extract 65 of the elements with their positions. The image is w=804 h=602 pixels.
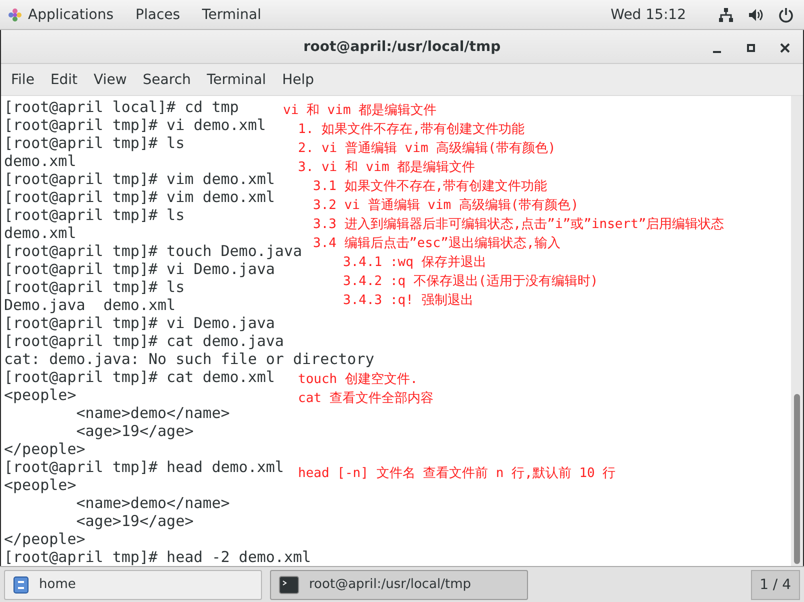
terminal-line: [root@april tmp]# cat demo.xml — [3, 368, 275, 386]
network-icon[interactable] — [718, 6, 734, 22]
terminal-line: [root@april tmp]# head demo.xml — [3, 458, 284, 476]
annotation-text: cat 查看文件全部内容 — [298, 390, 434, 408]
top-bar-menu[interactable]: Applications — [0, 6, 125, 22]
terminal-line: [root@april tmp]# vi Demo.java — [3, 314, 275, 332]
file-cabinet-icon — [13, 576, 29, 594]
terminal-line: [root@april tmp]# head -2 demo.xml — [3, 548, 312, 566]
terminal-line: demo.xml — [3, 224, 76, 242]
terminal-line: <people> — [3, 476, 76, 494]
terminal-line: </people> — [3, 530, 86, 548]
menu-item[interactable]: Edit — [42, 72, 86, 88]
terminal-line: [root@april tmp]# vim demo.xml — [3, 170, 275, 188]
annotation-text: 1. 如果文件不存在,带有创建文件功能 — [298, 121, 524, 139]
clock[interactable]: Wed 15:12 — [610, 6, 686, 22]
terminal-line: [root@april local]# cd tmp — [3, 98, 239, 116]
minimize-icon — [713, 51, 721, 53]
annotation-text: 3.4 编辑后点击”esc”退出编辑状态,输入 — [313, 235, 560, 253]
menu-item[interactable]: Terminal — [198, 72, 274, 88]
annotation-text: vi 和 vim 都是编辑文件 — [283, 102, 437, 120]
annotation-text: 3.1 如果文件不存在,带有创建文件功能 — [313, 178, 548, 196]
scrollbar-thumb[interactable] — [794, 394, 800, 564]
top-bar-menu[interactable]: Terminal — [191, 6, 272, 22]
terminal-line: cat: demo.java: No such file or directory — [3, 350, 374, 368]
terminal-line: [root@april tmp]# ls — [3, 206, 185, 224]
annotation-text: 3.3 进入到编辑器后非可编辑状态,点击”i”或”insert”启用编辑状态 — [313, 216, 724, 234]
volume-icon[interactable] — [748, 6, 764, 22]
annotation-text: 3.4.1 :wq 保存并退出 — [343, 254, 486, 272]
menu-item[interactable]: Help — [274, 72, 322, 88]
terminal-line: [root@april tmp]# ls — [3, 278, 185, 296]
terminal-line: demo.xml — [3, 152, 76, 170]
terminal-line: <name>demo</name> — [75, 404, 230, 422]
top-bar-menu[interactable]: Places — [124, 6, 192, 22]
close-icon — [780, 43, 790, 53]
annotation-text: touch 创建空文件. — [298, 371, 418, 389]
annotation-text: 3. vi 和 vim 都是编辑文件 — [298, 159, 476, 177]
annotation-text: head [-n] 文件名 查看文件前 n 行,默认前 10 行 — [298, 465, 616, 483]
annotation-text: 3.2 vi 普通编辑 vim 高级编辑(带有颜色) — [313, 196, 579, 215]
flower-icon — [8, 8, 22, 22]
terminal-line: [root@april tmp]# vim demo.xml — [3, 188, 275, 206]
terminal-line: [root@april tmp]# touch Demo.java — [3, 242, 302, 260]
menu-item[interactable]: File — [3, 72, 42, 88]
terminal-line: </people> — [3, 440, 86, 458]
terminal-line: <age>19</age> — [75, 512, 194, 530]
power-icon[interactable] — [778, 6, 794, 22]
menu-item[interactable]: View — [86, 72, 135, 88]
terminal-line: [root@april tmp]# vi demo.xml — [3, 116, 266, 134]
maximize-icon — [746, 43, 756, 53]
terminal-line: Demo.java demo.xml — [3, 296, 176, 314]
terminal-line: [root@april tmp]# ls — [3, 134, 185, 152]
window-title: root@april:/usr/local/tmp — [303, 38, 501, 54]
annotation-text: 3.4.2 :q 不保存退出(适用于没有编辑时) — [343, 273, 598, 291]
terminal-line: <name>demo</name> — [75, 494, 230, 512]
taskbar-item[interactable]: home — [4, 570, 262, 600]
terminal-line: <age>19</age> — [75, 422, 194, 440]
scrollbar[interactable] — [791, 96, 803, 566]
menu-item[interactable]: Search — [134, 72, 199, 88]
terminal-icon — [279, 576, 299, 594]
terminal-line: [root@april tmp]# vi Demo.java — [3, 260, 275, 278]
taskbar-item[interactable]: root@april:/usr/local/tmp — [270, 570, 528, 600]
annotation-text: 3.4.3 :q! 强制退出 — [343, 292, 474, 310]
terminal-line: <people> — [3, 386, 76, 404]
workspace-indicator[interactable]: 1 / 4 — [750, 570, 800, 600]
terminal-line: [root@april tmp]# cat demo.java — [3, 332, 284, 350]
annotation-text: 2. vi 普通编辑 vim 高级编辑(带有颜色) — [298, 140, 556, 158]
